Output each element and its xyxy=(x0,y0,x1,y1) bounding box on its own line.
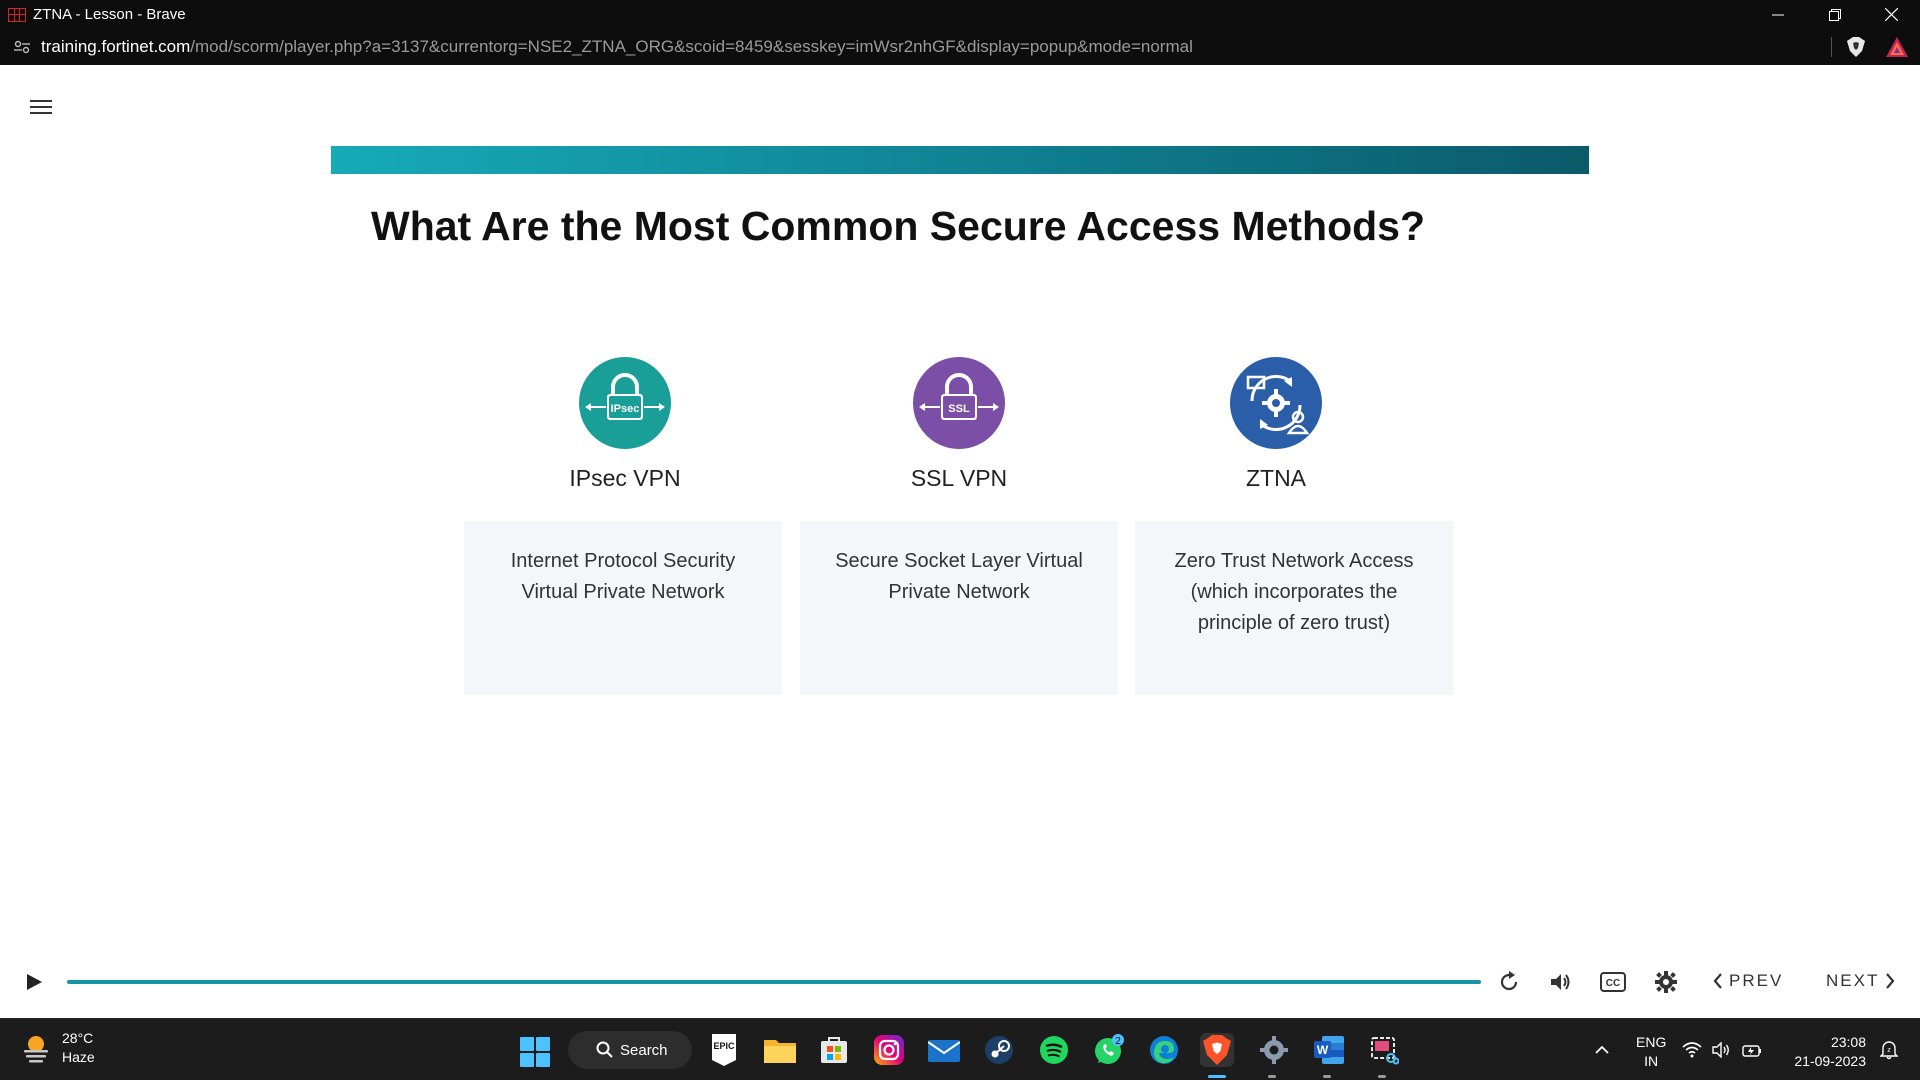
next-label: NEXT xyxy=(1826,971,1880,990)
close-button[interactable] xyxy=(1863,0,1920,29)
haze-sun-icon xyxy=(24,1036,48,1063)
running-indicator xyxy=(1323,1075,1331,1078)
player-controls: CC PREV NEXT xyxy=(0,950,1920,1015)
slide-title: What Are the Most Common Secure Access M… xyxy=(371,203,1426,249)
windows-taskbar: 28°C Haze Search EPIC 2 W ENG IN 23:08 2… xyxy=(0,1018,1920,1080)
minimize-icon xyxy=(1771,14,1784,15)
gear-device-user-icon xyxy=(1230,357,1322,449)
weather-temp: 28°C xyxy=(62,1030,94,1046)
svg-text:CC: CC xyxy=(1606,978,1620,989)
method-ipsec-vpn: IPsec IPsec VPN xyxy=(465,357,785,492)
slide-header-band xyxy=(331,146,1589,174)
volume-icon[interactable] xyxy=(1548,969,1574,995)
padlock-ssl-icon: SSL xyxy=(913,357,1005,449)
menu-hamburger-icon[interactable] xyxy=(28,97,54,117)
description-line: Internet Protocol Security xyxy=(510,550,736,572)
windows-start-icon[interactable] xyxy=(520,1037,550,1067)
padlock-arrows-icon: IPsec xyxy=(579,357,671,449)
lang-line2: IN xyxy=(1644,1053,1659,1069)
replay-icon[interactable] xyxy=(1496,969,1522,995)
lesson-content: What Are the Most Common Secure Access M… xyxy=(0,65,1920,1015)
window-titlebar: ZTNA - Lesson - Brave xyxy=(0,0,1920,29)
ssl-description-card: Secure Socket Layer Virtual Private Netw… xyxy=(800,521,1118,695)
description-line: principle of zero trust) xyxy=(1197,612,1391,634)
method-label: IPsec VPN xyxy=(569,465,681,491)
url-text[interactable]: training.fortinet.com/mod/scorm/player.p… xyxy=(41,37,1193,57)
ztna-description-card: Zero Trust Network Access (which incorpo… xyxy=(1135,521,1453,695)
brave-taskbar-icon[interactable] xyxy=(1200,1033,1234,1067)
window-title: ZTNA - Lesson - Brave xyxy=(33,6,186,23)
description-line: Private Network xyxy=(888,581,1030,603)
edge-icon[interactable] xyxy=(1147,1033,1181,1067)
battery-charging-icon xyxy=(1742,1045,1761,1057)
url-path: /mod/scorm/player.php?a=3137&currentorg=… xyxy=(190,37,1193,56)
taskbar-clock[interactable]: 23:08 21-09-2023 xyxy=(1786,1033,1866,1071)
description-line: Virtual Private Network xyxy=(521,581,725,603)
clock-time: 23:08 xyxy=(1830,1034,1866,1050)
prev-label: PREV xyxy=(1729,971,1784,990)
search-icon xyxy=(596,1041,613,1058)
progress-bar[interactable] xyxy=(67,980,1481,984)
running-indicator xyxy=(1268,1075,1276,1078)
language-indicator[interactable]: ENG IN xyxy=(1636,1033,1666,1071)
settings-icon[interactable] xyxy=(1653,969,1679,995)
play-icon[interactable] xyxy=(24,972,44,992)
whatsapp-badge: 2 xyxy=(1115,1036,1121,1047)
address-bar[interactable]: training.fortinet.com/mod/scorm/player.p… xyxy=(0,29,1920,65)
mail-icon[interactable] xyxy=(927,1033,961,1067)
weather-widget[interactable]: 28°C Haze xyxy=(20,1029,95,1067)
network-volume-battery-group[interactable] xyxy=(1682,1033,1762,1067)
captions-icon[interactable]: CC xyxy=(1600,969,1626,995)
ssl-badge-text: SSL xyxy=(948,403,970,415)
address-separator xyxy=(1831,37,1832,57)
method-ztna: ZTNA xyxy=(1116,357,1436,492)
brave-rewards-icon[interactable] xyxy=(1886,37,1908,57)
instagram-icon[interactable] xyxy=(872,1033,906,1067)
epic-label: EPIC xyxy=(713,1041,735,1051)
lang-line1: ENG xyxy=(1636,1034,1667,1050)
file-explorer-icon[interactable] xyxy=(763,1033,797,1067)
settings-app-icon[interactable] xyxy=(1257,1033,1291,1067)
brave-shields-icon[interactable] xyxy=(1847,37,1865,57)
word-icon[interactable]: W xyxy=(1312,1033,1346,1067)
close-icon xyxy=(1885,8,1898,21)
minimize-button[interactable] xyxy=(1749,0,1806,29)
taskbar-search-button[interactable]: Search xyxy=(568,1031,692,1069)
clock-date: 21-09-2023 xyxy=(1794,1053,1866,1069)
description-line: Zero Trust Network Access xyxy=(1174,550,1414,572)
steam-icon[interactable] xyxy=(982,1033,1016,1067)
site-settings-icon[interactable] xyxy=(14,39,30,55)
wifi-icon xyxy=(1682,1042,1702,1058)
ipsec-description-card: Internet Protocol Security Virtual Priva… xyxy=(464,521,782,695)
weather-desc: Haze xyxy=(62,1049,95,1065)
running-indicator xyxy=(1378,1075,1386,1078)
chevron-up-icon[interactable] xyxy=(1585,1033,1619,1067)
ipsec-badge-text: IPsec xyxy=(611,403,640,415)
snipping-tool-icon[interactable] xyxy=(1367,1033,1401,1067)
restore-button[interactable] xyxy=(1806,0,1863,29)
notification-bell-icon[interactable]: z xyxy=(1872,1033,1906,1067)
fortinet-app-icon xyxy=(8,7,26,22)
method-label: SSL VPN xyxy=(910,465,1008,491)
epic-games-icon[interactable]: EPIC xyxy=(707,1033,741,1067)
restore-icon xyxy=(1828,8,1841,21)
speaker-icon xyxy=(1712,1042,1729,1058)
chevron-right-icon xyxy=(1886,973,1895,989)
prev-button[interactable]: PREV xyxy=(1713,971,1783,991)
description-line: (which incorporates the xyxy=(1190,581,1398,603)
active-indicator xyxy=(1208,1075,1226,1078)
svg-text:z: z xyxy=(1887,1047,1891,1054)
search-label: Search xyxy=(620,1041,668,1059)
method-label: ZTNA xyxy=(1245,465,1307,491)
spotify-icon[interactable] xyxy=(1037,1033,1071,1067)
microsoft-store-icon[interactable] xyxy=(817,1033,851,1067)
description-line: Secure Socket Layer Virtual xyxy=(835,550,1083,572)
method-ssl-vpn: SSL SSL VPN xyxy=(799,357,1119,492)
chevron-left-icon xyxy=(1713,973,1722,989)
url-host: training.fortinet.com xyxy=(41,37,191,56)
svg-text:W: W xyxy=(1317,1043,1329,1057)
window-controls xyxy=(1749,0,1920,29)
next-button[interactable]: NEXT xyxy=(1826,971,1895,991)
whatsapp-icon[interactable]: 2 xyxy=(1092,1033,1126,1067)
